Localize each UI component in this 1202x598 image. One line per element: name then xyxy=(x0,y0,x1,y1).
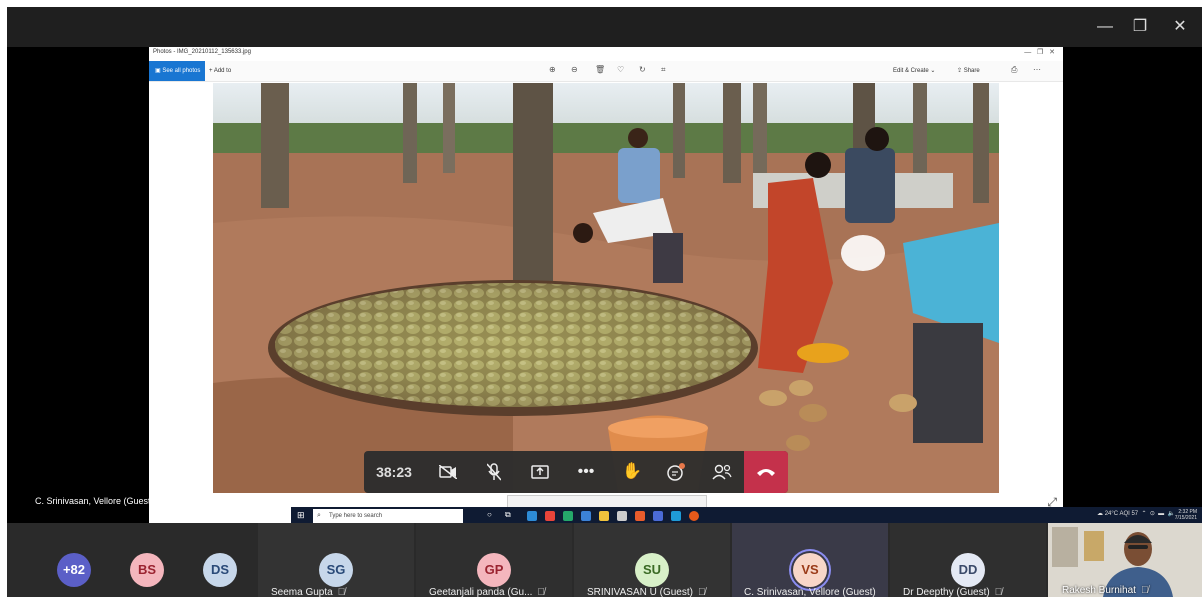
more-options-icon[interactable]: ⋯ xyxy=(1033,65,1041,74)
title-bar: — ❐ ✕ xyxy=(7,7,1202,47)
meeting-controls-bar: 38:23 ••• ✋ xyxy=(364,451,788,493)
teams-icon[interactable] xyxy=(653,511,663,521)
task-view-icon[interactable]: ⧉ xyxy=(505,510,511,520)
edge-icon[interactable] xyxy=(527,511,537,521)
participant-tile[interactable]: GP Geetanjali panda (Gu... 🎙̸ xyxy=(416,523,572,598)
windows-start-icon[interactable]: ⊞ xyxy=(297,510,305,521)
mic-off-icon: 🎙̸ xyxy=(994,587,1003,598)
participant-tile-active-speaker[interactable]: VS C. Srinivasan, Vellore (Guest) xyxy=(732,523,888,598)
photos-toolbar: ▣ See all photos + Add to ⊕ ⊖ 🗑 ♡ ↻ ⌗ Ed… xyxy=(149,61,1063,82)
raise-hand-icon[interactable]: ✋ xyxy=(610,451,654,493)
leave-call-button[interactable] xyxy=(744,451,788,493)
chat-icon[interactable] xyxy=(654,451,698,493)
participants-icon[interactable] xyxy=(700,451,744,493)
mic-off-icon: 🎙̸ xyxy=(337,587,346,598)
mic-off-icon: 🎙̸ xyxy=(697,587,706,598)
see-all-photos-button[interactable]: ▣ See all photos xyxy=(149,61,205,81)
avatar: DD xyxy=(951,553,985,587)
share-screen-icon[interactable] xyxy=(518,451,562,493)
presenter-name-label: C. Srinivasan, Vellore (Guest) xyxy=(35,496,154,506)
mic-off-icon: 🎙̸ xyxy=(537,587,545,598)
mic-off-icon: 🎙̸ xyxy=(1140,585,1149,596)
photos-taskbar-icon[interactable] xyxy=(671,511,681,521)
avatar: GP xyxy=(477,553,511,587)
shared-screen: Photos - IMG_20210112_135633.jpg — ❐ ✕ ▣… xyxy=(7,47,1202,528)
more-actions-icon[interactable]: ••• xyxy=(564,451,608,493)
zoom-in-icon[interactable]: ⊕ xyxy=(549,65,556,74)
participant-tile[interactable]: SG Seema Gupta 🎙̸ xyxy=(258,523,414,598)
avatar[interactable]: BS xyxy=(130,553,164,587)
store-icon[interactable] xyxy=(617,511,627,521)
share-button[interactable]: ⇪ Share xyxy=(957,61,980,81)
rotate-icon[interactable]: ↻ xyxy=(639,65,646,74)
participants-strip: +82 BS DS SG Seema Gupta 🎙̸ GP Geetanjali… xyxy=(7,523,1202,598)
file-explorer-icon[interactable] xyxy=(599,511,609,521)
phone-hangup-icon xyxy=(757,468,775,476)
participant-tile[interactable]: SU SRINIVASAN U (Guest) 🎙̸ xyxy=(574,523,730,598)
chrome-icon[interactable] xyxy=(545,511,555,521)
photo-illustration xyxy=(213,83,999,493)
avatar: SG xyxy=(319,553,353,587)
participant-name: SRINIVASAN U (Guest) 🎙̸ xyxy=(587,587,706,598)
participant-tile[interactable]: DD Dr Deepthy (Guest) 🎙̸ xyxy=(890,523,1046,598)
camera-off-icon[interactable] xyxy=(426,451,470,493)
avatar: VS xyxy=(793,553,827,587)
mic-off-icon[interactable] xyxy=(472,451,516,493)
maximize-icon[interactable]: ❐ xyxy=(1127,15,1153,39)
cortana-icon[interactable]: ○ xyxy=(487,510,492,519)
print-icon[interactable]: ⎙ xyxy=(1011,65,1017,75)
powerpoint-icon[interactable] xyxy=(689,511,699,521)
add-to-button[interactable]: + Add to xyxy=(209,61,231,81)
share-icon: ⇪ xyxy=(957,68,964,74)
photos-window-controls[interactable]: — ❐ ✕ xyxy=(1024,48,1055,56)
edit-create-button[interactable]: Edit & Create ⌄ xyxy=(893,61,935,81)
close-icon[interactable]: ✕ xyxy=(1167,15,1193,39)
photos-title: Photos - IMG_20210112_135633.jpg xyxy=(153,49,251,55)
avatar[interactable]: DS xyxy=(203,553,237,587)
app-icon[interactable] xyxy=(635,511,645,521)
participant-name: Seema Gupta 🎙̸ xyxy=(271,587,346,598)
system-tray: ☁ 24°C AQI 57 ⌃ ⊙ ▬ 🔈 xyxy=(1097,511,1175,517)
mail-icon[interactable] xyxy=(581,511,591,521)
minimize-icon[interactable]: — xyxy=(1092,15,1118,39)
taskbar-search-field[interactable]: ⌕ Type here to search xyxy=(313,509,463,523)
crop-icon[interactable]: ⌗ xyxy=(661,65,666,75)
participant-video-tile[interactable]: Rakesh Burnihat 🎙̸ xyxy=(1048,523,1202,597)
participant-name: C. Srinivasan, Vellore (Guest) xyxy=(744,587,876,598)
favorite-icon[interactable]: ♡ xyxy=(617,65,624,74)
weather-icon: ☁ xyxy=(1097,511,1105,517)
avatar: SU xyxy=(635,553,669,587)
zoom-out-icon[interactable]: ⊖ xyxy=(571,65,578,74)
participant-name: Dr Deepthy (Guest) 🎙̸ xyxy=(903,587,1003,598)
meeting-timer: 38:23 xyxy=(376,464,412,480)
participant-name: Geetanjali panda (Gu... 🎙̸ xyxy=(429,587,545,598)
clock[interactable]: 2:32 PM 7/15/2021 xyxy=(1175,509,1197,521)
participant-name: Rakesh Burnihat 🎙̸ xyxy=(1062,585,1149,596)
delete-icon[interactable]: 🗑 xyxy=(595,65,605,74)
overflow-participants-count[interactable]: +82 xyxy=(57,553,91,587)
search-icon: ⌕ xyxy=(317,512,321,519)
chrome-alt-icon[interactable] xyxy=(563,511,573,521)
meeting-window: — ❐ ✕ Photos - IMG_20210112_135633.jpg —… xyxy=(7,7,1202,598)
coconut-farm-photo xyxy=(213,83,999,493)
